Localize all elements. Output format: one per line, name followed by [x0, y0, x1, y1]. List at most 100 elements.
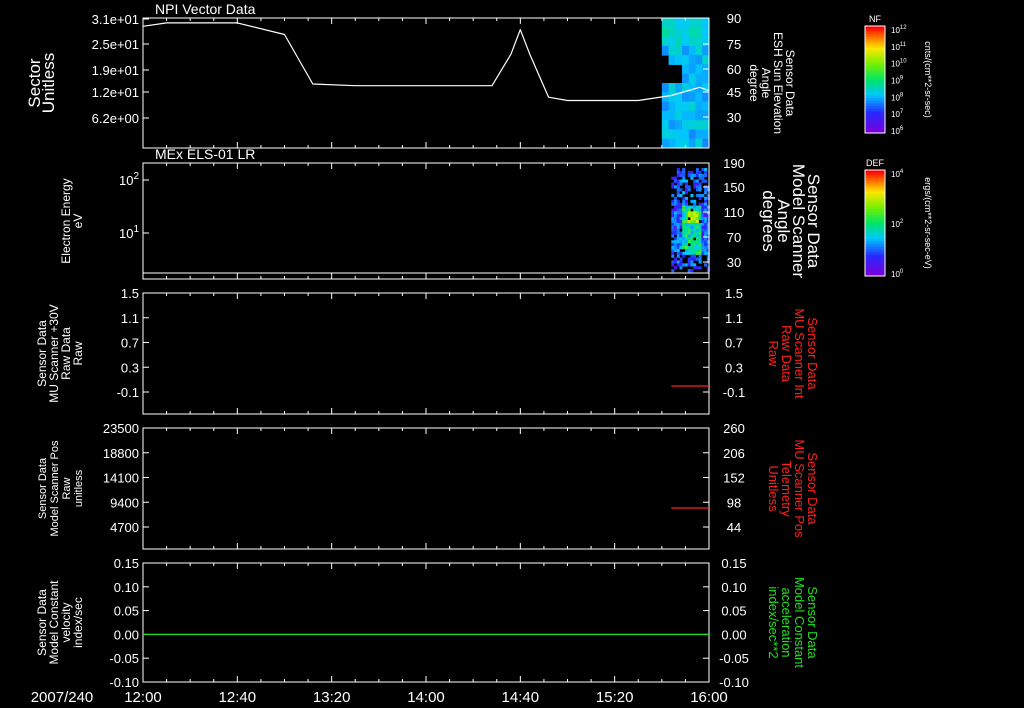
spectrogram-cell: [671, 246, 675, 250]
spectrogram-cell: [682, 263, 686, 267]
right-axis-label: degree: [747, 64, 761, 102]
spectrogram-cell: [690, 205, 694, 209]
spectrogram-cell: [695, 101, 703, 112]
spectrogram-cell: [675, 138, 683, 149]
spectrogram-cell: [702, 36, 710, 47]
spectrogram-cell: [674, 260, 678, 264]
spectrogram-cell: [698, 202, 702, 206]
spectrogram-cell: [688, 110, 697, 121]
spectrogram-cell: [695, 222, 699, 227]
spectrogram-cell: [674, 185, 678, 189]
spectrogram-cell: [671, 251, 675, 255]
spectrogram-cell: [690, 228, 694, 232]
spectrogram-cell: [676, 251, 680, 255]
spectrogram-cell: [702, 92, 710, 103]
spectrogram-cell: [679, 194, 683, 198]
spectrogram-cell: [690, 243, 694, 247]
spectrogram-cell: [693, 228, 697, 232]
spectrogram-cell: [679, 225, 683, 229]
spectrogram-cell: [687, 248, 691, 253]
spectrogram-cell: [675, 45, 683, 56]
spectrogram-cell: [701, 194, 705, 198]
spectrogram-cell: [701, 168, 705, 172]
spectrogram-cell: [702, 73, 710, 84]
colorbar-tick-label: 1012: [891, 25, 907, 35]
spectrogram-cell: [693, 248, 697, 253]
spectrogram-cell: [704, 222, 708, 227]
spectrogram-cell: [684, 237, 688, 241]
spectrogram-cell: [690, 246, 694, 250]
spectrogram-cell: [674, 211, 678, 215]
spectrogram-cell: [687, 205, 691, 209]
spectrogram-cell: [676, 173, 680, 177]
spectrogram-cell: [679, 220, 683, 224]
spectrogram-cell: [704, 168, 708, 172]
spectrogram-cell: [679, 214, 683, 218]
spectrogram-cell: [695, 64, 703, 75]
spectrogram-cell: [695, 194, 699, 198]
left-tick-label: -0.10: [109, 675, 139, 690]
spectrogram-cell: [693, 240, 697, 244]
spectrogram-cell: [704, 240, 708, 244]
spectrogram-cell: [695, 168, 699, 172]
spectrogram-cell: [682, 179, 686, 183]
spectrogram-cell: [701, 240, 705, 244]
spectrogram-cell: [684, 222, 688, 227]
spectrogram-cell: [684, 231, 688, 235]
spectrogram-cell: [688, 138, 697, 149]
spectrogram-cell: [687, 240, 691, 244]
spectrogram-cell: [704, 188, 708, 192]
spectrogram-cell: [695, 18, 703, 28]
spectrogram-cell: [702, 101, 710, 112]
spectrogram-cell: [701, 251, 705, 255]
spectrogram-cell: [676, 185, 680, 189]
spectrogram-cell: [698, 217, 702, 221]
colorbar-tick-label: 109: [891, 76, 904, 86]
left-tick-label: 1.2e+01: [92, 85, 139, 100]
spectrogram-cell: [675, 36, 683, 47]
spectrogram-cell: [684, 214, 688, 218]
spectrogram-cell: [671, 222, 675, 227]
spectrogram-cell: [695, 27, 703, 38]
spectrogram-cell: [702, 138, 710, 149]
spectrogram-cell: [701, 246, 705, 250]
spectrogram-cell: [698, 185, 702, 189]
spectrogram-cell: [698, 208, 702, 212]
spectrogram-cell: [671, 240, 675, 244]
spectrogram-cell: [679, 257, 683, 261]
spectrogram-cell: [693, 243, 697, 247]
right-tick-label: 260: [723, 421, 745, 436]
spectrogram-cell: [676, 199, 680, 203]
panel-frame: [142, 17, 710, 149]
spectrogram-cell: [682, 170, 686, 175]
spectrogram-cell: [688, 92, 697, 103]
spectrogram-cell: [682, 36, 690, 47]
spectrogram-cell: [671, 208, 675, 212]
spectrogram-cell: [695, 120, 703, 130]
spectrogram-cell: [698, 257, 702, 261]
spectrogram-cell: [679, 260, 683, 264]
right-tick-label: 0.00: [721, 627, 746, 642]
spectrogram-cell: [690, 225, 694, 229]
spectrogram-cell: [688, 45, 697, 56]
colorbar-tick-label: 108: [891, 92, 904, 102]
spectrogram-cell: [684, 240, 688, 244]
spectrogram-cell: [676, 220, 680, 224]
spectrogram-cell: [661, 27, 670, 38]
spectrogram-cell: [701, 202, 705, 206]
spectrogram-cell: [684, 205, 688, 209]
spectrogram-cell: [701, 214, 705, 218]
spectrogram-cell: [674, 257, 678, 261]
spectrogram-cell: [698, 196, 702, 201]
spectrogram-cell: [679, 179, 683, 183]
left-tick-label: 1.5: [121, 286, 139, 301]
spectrogram-cell: [688, 55, 697, 65]
spectrogram-cell: [684, 182, 688, 186]
spectrogram-cell: [701, 173, 705, 177]
colorbar-tag: DEF: [866, 158, 885, 168]
spectrogram-cell: [701, 248, 705, 253]
spectrogram-cell: [684, 220, 688, 224]
spectrogram-cell: [682, 208, 686, 212]
spectrogram-cell: [676, 194, 680, 198]
left-tick-label: 23500: [103, 421, 139, 436]
